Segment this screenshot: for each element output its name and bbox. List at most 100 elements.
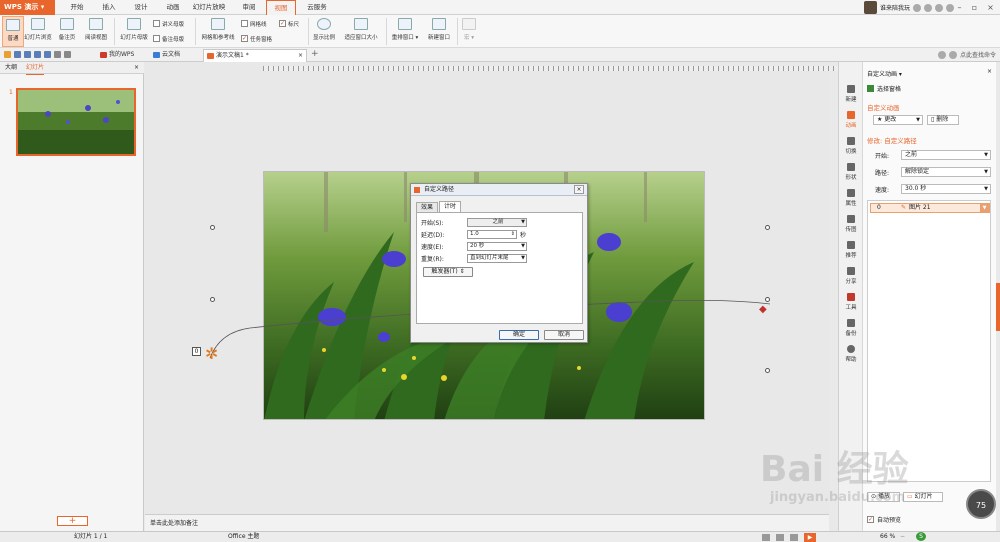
- handout-master-button[interactable]: 讲义母版: [153, 18, 184, 29]
- zoom-out-icon[interactable]: −: [900, 532, 905, 542]
- notes-master-button[interactable]: 备注母版: [153, 33, 184, 44]
- search-input[interactable]: 点此查找命令: [960, 50, 996, 59]
- side-help[interactable]: 帮助: [839, 342, 863, 366]
- redo-icon[interactable]: [63, 51, 71, 58]
- cancel-button[interactable]: 取消: [544, 330, 584, 340]
- feedback-edge-tab[interactable]: [996, 283, 1000, 331]
- tab-design[interactable]: 设计: [128, 0, 154, 15]
- gridlines-check-icon: [241, 20, 248, 27]
- speed-select[interactable]: 20 秒 ▼: [467, 242, 527, 251]
- side-recommend[interactable]: 推荐: [839, 238, 863, 262]
- delay-spinner[interactable]: 1.0 ⇕: [467, 230, 517, 239]
- gridlines-checkbox[interactable]: 网格线: [241, 18, 267, 29]
- export-icon[interactable]: [33, 51, 41, 58]
- slide-browse-button[interactable]: 幻灯片浏览: [24, 16, 52, 47]
- spinner-icon[interactable]: ⇕: [511, 231, 515, 238]
- path-handle[interactable]: [765, 225, 770, 230]
- trigger-button[interactable]: 触发器(T) ⇕: [423, 267, 473, 277]
- side-property[interactable]: 属性: [839, 186, 863, 210]
- close-panel-icon[interactable]: ×: [134, 62, 139, 74]
- speed-monitor-ball[interactable]: 75: [966, 489, 996, 519]
- start-select[interactable]: 之前 ▼: [467, 218, 527, 227]
- zoom-level[interactable]: 66 %: [880, 532, 895, 542]
- butterfly-icon[interactable]: ✲: [205, 346, 218, 362]
- slide-thumbnail[interactable]: [16, 88, 136, 156]
- quick-tool-icon[interactable]: [937, 50, 946, 59]
- taskpane-title[interactable]: 自定义动画 ▾: [867, 69, 902, 78]
- tab-outline[interactable]: 大纲: [5, 62, 17, 74]
- speed-select[interactable]: 30.0 秒 ▼: [901, 184, 991, 194]
- path-handle[interactable]: [210, 225, 215, 230]
- tab-slides[interactable]: 幻灯片: [26, 62, 45, 75]
- reading-view-button[interactable]: 阅读视图: [82, 16, 110, 47]
- app-menu-button[interactable]: WPS 演示 ▾: [0, 0, 55, 15]
- tab-timing[interactable]: 计时: [439, 201, 461, 212]
- chevron-down-icon[interactable]: ▼: [980, 203, 989, 213]
- side-backup[interactable]: 备份: [839, 316, 863, 340]
- side-animation[interactable]: 动画: [839, 108, 863, 132]
- notes-page-button[interactable]: 备注页: [56, 16, 78, 47]
- normal-view-button[interactable]: 普通: [2, 16, 24, 47]
- minimize-icon[interactable]: –: [953, 0, 966, 15]
- slide-sorter-icon[interactable]: [776, 534, 784, 541]
- dialog-close-icon[interactable]: ×: [574, 185, 584, 194]
- macro-button[interactable]: 宏 ▾: [460, 16, 478, 47]
- notes-area[interactable]: 单击此处添加备注: [145, 514, 829, 531]
- dialog-titlebar: 自定义路径 ×: [411, 184, 587, 196]
- start-select[interactable]: 之前 ▼: [901, 150, 991, 160]
- side-transition[interactable]: 切换: [839, 134, 863, 158]
- ruler-checkbox[interactable]: ✓ 标尺: [279, 18, 299, 29]
- repeat-select[interactable]: 直到幻灯片末尾 ▼: [467, 254, 527, 263]
- reading-icon[interactable]: [790, 534, 798, 541]
- print-preview-icon[interactable]: [23, 51, 31, 58]
- path-anchor-label[interactable]: 0: [192, 347, 201, 356]
- tab-animation[interactable]: 动画: [160, 0, 186, 15]
- tab-my-wps[interactable]: 我的WPS: [97, 49, 147, 62]
- slide-master-button[interactable]: 幻灯片母版: [118, 16, 150, 47]
- tab-start[interactable]: 开始: [64, 0, 90, 15]
- side-share[interactable]: 分享: [839, 264, 863, 288]
- clock-icon[interactable]: [913, 3, 921, 12]
- close-icon[interactable]: ×: [984, 0, 997, 15]
- select-pane-link[interactable]: 选择窗格: [867, 84, 901, 93]
- side-upload-image[interactable]: 传图: [839, 212, 863, 236]
- skin-icon[interactable]: [924, 3, 932, 12]
- tab-slideshow[interactable]: 幻灯片放映: [188, 0, 230, 15]
- maximize-icon[interactable]: ▫: [968, 0, 981, 15]
- fit-window-button[interactable]: 适应窗口大小: [340, 16, 382, 47]
- tab-insert[interactable]: 插入: [96, 0, 122, 15]
- close-tab-icon[interactable]: ×: [298, 50, 303, 62]
- grid-guides-button[interactable]: 网格和参考线: [198, 16, 238, 47]
- taskpane-checkbox[interactable]: ✓ 任务窗格: [241, 33, 272, 44]
- new-tab-button[interactable]: +: [311, 48, 319, 61]
- side-shape[interactable]: 形状: [839, 160, 863, 184]
- open-icon[interactable]: [3, 51, 11, 58]
- tab-review[interactable]: 审阅: [236, 0, 262, 15]
- animation-list-item[interactable]: 0 ✎ 图片 21 ▼: [870, 203, 990, 213]
- save-icon[interactable]: [13, 51, 21, 58]
- tab-cloud-doc[interactable]: 云文档: [150, 49, 198, 62]
- undo-icon[interactable]: [53, 51, 61, 58]
- add-slide-button[interactable]: +: [57, 516, 88, 526]
- tab-cloud[interactable]: 云服务: [302, 0, 332, 15]
- play-slideshow-icon[interactable]: ▶: [804, 533, 816, 542]
- settings-icon[interactable]: [935, 3, 943, 12]
- delete-button[interactable]: ▯ 删除: [927, 115, 959, 125]
- zoom-button[interactable]: 显示比例: [311, 16, 337, 47]
- taskpane-close-icon[interactable]: ×: [987, 68, 992, 75]
- path-select[interactable]: 解除锁定 ▼: [901, 167, 991, 177]
- new-window-button[interactable]: 新建窗口: [424, 16, 454, 47]
- ok-button[interactable]: 确定: [499, 330, 539, 340]
- tab-presentation[interactable]: 演示文稿1 * ×: [203, 49, 307, 62]
- print-icon[interactable]: [43, 51, 51, 58]
- side-tool[interactable]: 工具: [839, 290, 863, 314]
- tab-view[interactable]: 视图: [266, 0, 296, 15]
- arrange-window-button[interactable]: 重排窗口 ▾: [389, 16, 421, 47]
- path-end-icon[interactable]: ◆: [759, 304, 767, 315]
- command-search[interactable]: 点此查找命令: [937, 50, 996, 59]
- side-new[interactable]: 新建: [839, 82, 863, 106]
- normal-view-icon[interactable]: [762, 534, 770, 541]
- user-area[interactable]: 谁来陪我玩: [863, 1, 954, 14]
- change-button[interactable]: ★ 更改 ▼: [873, 115, 923, 125]
- tab-effect[interactable]: 效果: [416, 202, 438, 212]
